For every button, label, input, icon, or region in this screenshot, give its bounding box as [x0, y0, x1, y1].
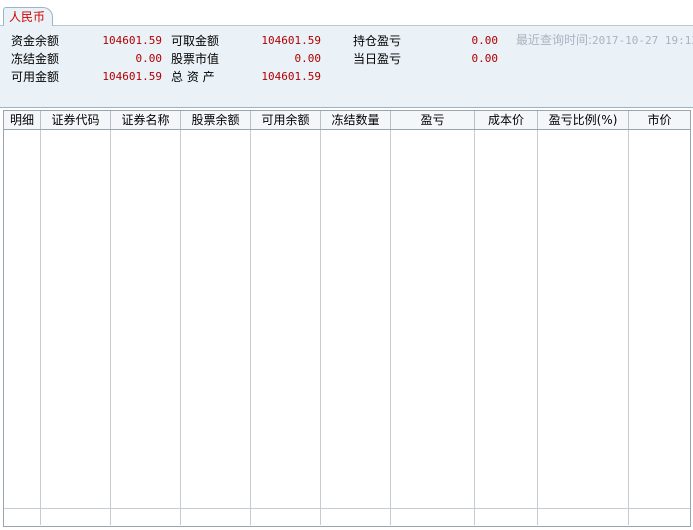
col-header-pl[interactable]: 盈亏	[391, 111, 475, 129]
query-time-value: 2017-10-27 19:13	[592, 34, 693, 47]
frozen-value: 0.00	[135, 52, 163, 65]
col-header-market-price[interactable]: 市价	[629, 111, 690, 129]
account-summary-panel: 资金余额 104601.59 可取金额 104601.59 持仓盈亏 0.00 …	[0, 26, 693, 108]
daily-pl-value: 0.00	[471, 52, 499, 65]
col-header-pl-ratio[interactable]: 盈亏比例(%)	[538, 111, 629, 129]
frozen-label: 冻结金额	[11, 52, 60, 66]
col-header-detail[interactable]: 明细	[4, 111, 41, 129]
col-header-stock-balance[interactable]: 股票余额	[181, 111, 251, 129]
column-divider	[320, 130, 321, 525]
col-header-available-balance[interactable]: 可用余额	[251, 111, 321, 129]
available-label: 可用金额	[11, 70, 60, 84]
query-time: 最近查询时间:2017-10-27 19:13	[516, 31, 693, 48]
withdrawable-value: 104601.59	[261, 34, 321, 47]
column-divider	[390, 130, 391, 525]
daily-pl-label: 当日盈亏	[353, 52, 402, 66]
column-divider	[40, 130, 41, 525]
table-header-row: 明细 证券代码 证券名称 股票余额 可用余额 冻结数量 盈亏 成本价 盈亏比例(…	[4, 110, 690, 130]
query-time-label: 最近查询时间:	[516, 33, 593, 47]
column-divider	[110, 130, 111, 525]
position-pl-value: 0.00	[471, 34, 499, 47]
col-header-security-name[interactable]: 证券名称	[111, 111, 181, 129]
column-divider	[180, 130, 181, 525]
col-header-cost-price[interactable]: 成本价	[475, 111, 538, 129]
col-header-frozen-qty[interactable]: 冻结数量	[321, 111, 391, 129]
stock-value-label: 股票市值	[171, 52, 220, 66]
fund-balance-value: 104601.59	[102, 34, 162, 47]
total-assets-value: 104601.59	[261, 70, 321, 83]
table-footer-divider	[4, 508, 690, 509]
holdings-table: 明细 证券代码 证券名称 股票余额 可用余额 冻结数量 盈亏 成本价 盈亏比例(…	[3, 110, 691, 527]
available-value: 104601.59	[102, 70, 162, 83]
column-divider	[474, 130, 475, 525]
fund-balance-label: 资金余额	[11, 34, 60, 48]
currency-tab-bar: 人民币	[0, 0, 693, 26]
total-assets-label: 总 资 产	[171, 70, 215, 84]
column-divider	[250, 130, 251, 525]
tab-rmb[interactable]: 人民币	[3, 7, 53, 26]
withdrawable-label: 可取金额	[171, 34, 220, 48]
stock-value-value: 0.00	[294, 52, 322, 65]
column-divider	[537, 130, 538, 525]
position-pl-label: 持仓盈亏	[353, 34, 402, 48]
col-header-security-code[interactable]: 证券代码	[41, 111, 111, 129]
column-divider	[628, 130, 629, 525]
